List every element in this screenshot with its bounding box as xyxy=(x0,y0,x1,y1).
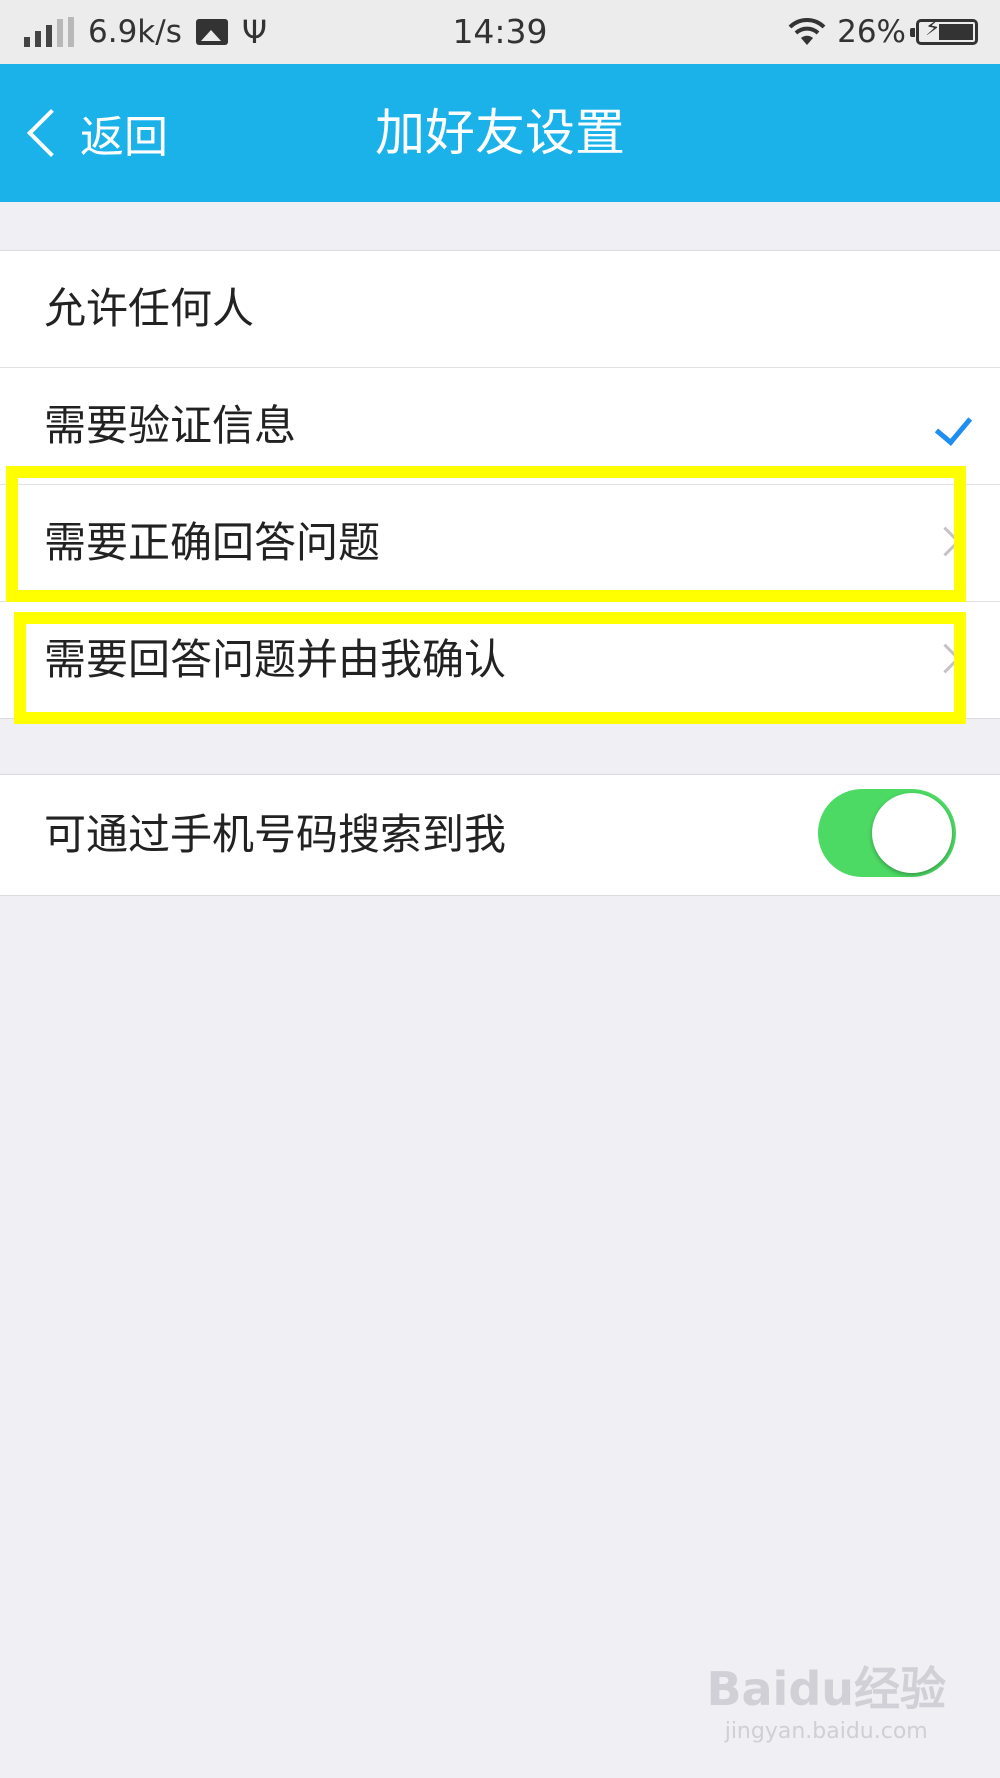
phone-search-row: 可通过手机号码搜索到我 xyxy=(0,775,1000,895)
option-label: 允许任何人 xyxy=(44,284,255,333)
phone-search-toggle[interactable] xyxy=(818,789,956,877)
battery-percent: 26% xyxy=(837,14,906,50)
watermark-url: jingyan.baidu.com xyxy=(724,1719,928,1744)
highlight-box-correct-answer xyxy=(6,466,966,602)
page-title: 加好友设置 xyxy=(375,104,625,162)
battery-icon: ⚡ xyxy=(910,16,978,45)
option-allow-anyone[interactable]: 允许任何人 xyxy=(0,251,1000,368)
nav-bar: 返回 加好友设置 xyxy=(0,64,1000,202)
highlight-box-answer-and-confirm xyxy=(14,612,966,724)
watermark-logo: Baidu经验 xyxy=(706,1662,946,1716)
toggle-knob xyxy=(872,793,952,873)
check-icon xyxy=(934,407,973,446)
wifi-icon xyxy=(788,17,826,45)
phone-search-group: 可通过手机号码搜索到我 xyxy=(0,774,1000,896)
phone-search-label: 可通过手机号码搜索到我 xyxy=(44,810,507,859)
status-bar: 6.9k/s Ψ 14:39 26% ⚡ xyxy=(0,0,1000,64)
watermark: Baidu经验 jingyan.baidu.com xyxy=(706,1653,946,1744)
